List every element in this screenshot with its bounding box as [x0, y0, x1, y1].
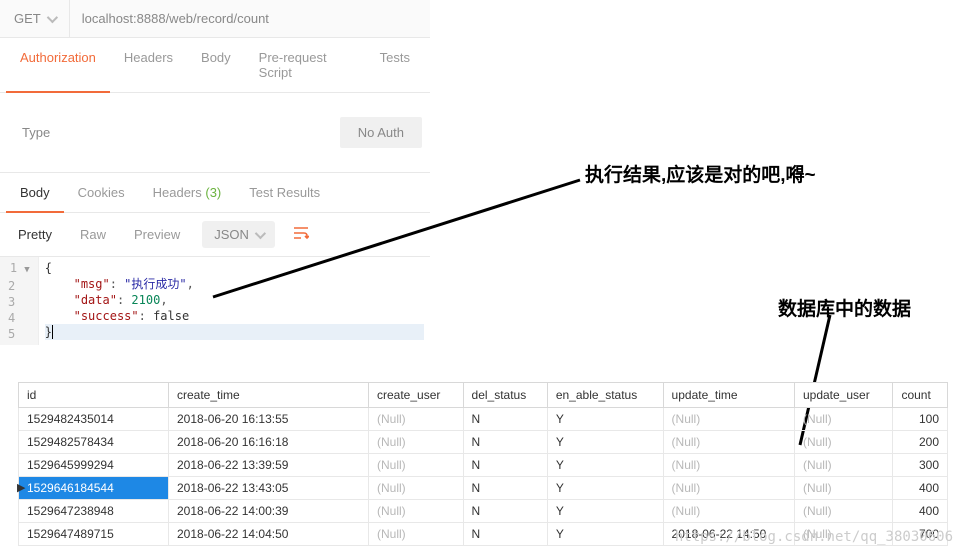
annotation-result: 执行结果,应该是对的吧,嘚~ [585, 160, 816, 187]
restab-headers[interactable]: Headers (3) [139, 173, 236, 212]
url-input[interactable]: localhost:8888/web/record/count [70, 0, 430, 37]
table-header-row: id create_time create_user del_status en… [19, 383, 948, 408]
restab-testresults[interactable]: Test Results [235, 173, 334, 212]
wrap-icon [293, 226, 309, 240]
chevron-down-icon [255, 227, 266, 238]
request-tabs: Authorization Headers Body Pre-request S… [0, 38, 430, 93]
tab-authorization[interactable]: Authorization [6, 38, 110, 92]
view-pretty[interactable]: Pretty [6, 221, 64, 248]
response-tabs: Body Cookies Headers (3) Test Results [0, 173, 430, 213]
table-row[interactable]: 1529482578434 2018-06-20 16:16:18 (Null)… [19, 431, 948, 454]
table-row[interactable]: 1529482435014 2018-06-20 16:13:55 (Null)… [19, 408, 948, 431]
format-label: JSON [214, 227, 249, 242]
format-select[interactable]: JSON [202, 221, 275, 248]
auth-type-label: Type [22, 125, 50, 140]
table-row[interactable]: 1529647238948 2018-06-22 14:00:39 (Null)… [19, 500, 948, 523]
tab-headers[interactable]: Headers [110, 38, 187, 92]
tab-body[interactable]: Body [187, 38, 245, 92]
col-create-time[interactable]: create_time [169, 383, 369, 408]
col-del-status[interactable]: del_status [463, 383, 547, 408]
database-grid: id create_time create_user del_status en… [18, 382, 948, 546]
col-update-user[interactable]: update_user [794, 383, 892, 408]
col-enable-status[interactable]: en_able_status [547, 383, 663, 408]
table-row[interactable]: ▶1529646184544 2018-06-22 13:43:05 (Null… [19, 477, 948, 500]
url-bar: GET localhost:8888/web/record/count [0, 0, 430, 38]
view-raw[interactable]: Raw [68, 221, 118, 248]
view-row: Pretty Raw Preview JSON [0, 213, 430, 257]
auth-row: Type No Auth [0, 93, 430, 173]
col-id[interactable]: id [19, 383, 169, 408]
restab-cookies[interactable]: Cookies [64, 173, 139, 212]
line-gutter: 1 ▼ 2 3 4 5 [0, 257, 39, 345]
annotation-db: 数据库中的数据 [778, 294, 911, 321]
table-row[interactable]: 1529645999294 2018-06-22 13:39:59 (Null)… [19, 454, 948, 477]
col-create-user[interactable]: create_user [369, 383, 464, 408]
col-count[interactable]: count [893, 383, 948, 408]
col-update-time[interactable]: update_time [663, 383, 794, 408]
auth-dropdown[interactable]: No Auth [340, 117, 422, 148]
tab-prerequest[interactable]: Pre-request Script [245, 38, 366, 92]
view-preview[interactable]: Preview [122, 221, 192, 248]
tab-tests[interactable]: Tests [366, 38, 424, 92]
method-select[interactable]: GET [0, 0, 70, 37]
response-body[interactable]: 1 ▼ 2 3 4 5 { "msg": "执行成功", "data": 210… [0, 257, 430, 345]
method-label: GET [14, 11, 41, 26]
chevron-down-icon [46, 11, 57, 22]
headers-count: (3) [205, 185, 221, 200]
restab-headers-label: Headers [153, 185, 202, 200]
code-content: { "msg": "执行成功", "data": 2100, "success"… [39, 257, 430, 345]
watermark: https://blog.csdn.net/qq_38030606 [675, 529, 953, 545]
postman-panel: GET localhost:8888/web/record/count Auth… [0, 0, 430, 345]
wrap-button[interactable] [287, 222, 315, 247]
db-table[interactable]: id create_time create_user del_status en… [18, 382, 948, 546]
restab-body[interactable]: Body [6, 173, 64, 212]
